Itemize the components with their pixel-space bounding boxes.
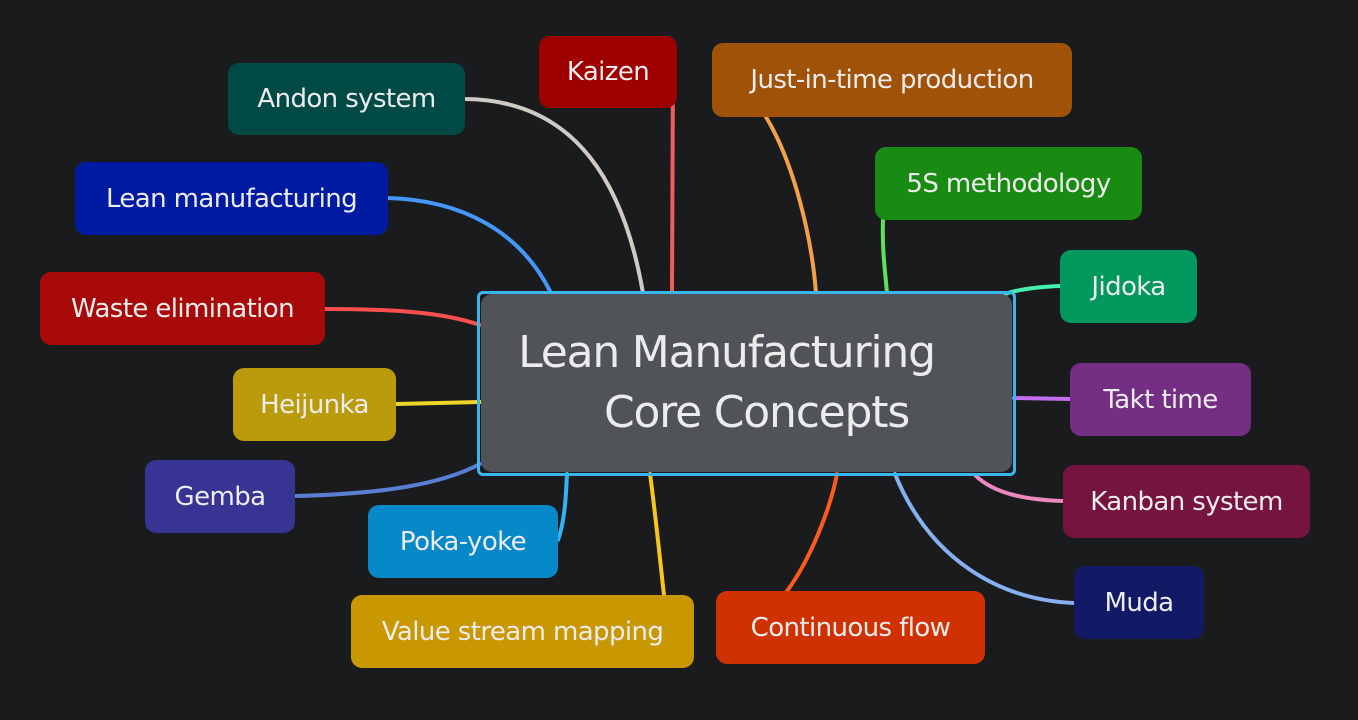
node-gemba[interactable]: Gemba [145,460,295,533]
connector-kanban-system [973,473,1065,503]
node-label: Heijunka [260,389,369,420]
node-jidoka[interactable]: Jidoka [1060,250,1197,323]
node-waste-elimination[interactable]: Waste elimination [40,272,325,345]
node-kaizen[interactable]: Kaizen [539,36,677,108]
node-heijunka[interactable]: Heijunka [233,368,396,441]
node-label: Poka-yoke [399,526,527,557]
node-label: Value stream mapping [381,616,664,647]
connector-just-in-time-production [764,115,818,295]
node-label: Takt time [1103,384,1218,415]
mind-map-canvas: Lean Manufacturing Core Concepts Andon s… [0,0,1358,720]
node-andon-system[interactable]: Andon system [228,63,465,135]
node-label: 5S methodology [906,168,1111,199]
node-lean-manufacturing[interactable]: Lean manufacturing [75,162,388,235]
node-label: Just-in-time production [750,65,1034,95]
node-label: Kaizen [566,57,650,87]
connector-andon-system [463,97,645,295]
node-takt-time[interactable]: Takt time [1070,363,1251,436]
node-label: Waste elimination [71,293,295,324]
node-label: Continuous flow [750,612,951,643]
node-5s-methodology[interactable]: 5S methodology [875,147,1142,220]
node-label: Jidoka [1091,271,1166,302]
root-node[interactable]: Lean Manufacturing Core Concepts [481,294,1012,472]
connector-heijunka [394,400,482,406]
root-title-line-2: Core Concepts [603,387,910,438]
node-label: Andon system [257,84,436,114]
node-just-in-time-production[interactable]: Just-in-time production [712,43,1072,117]
connector-muda [893,472,1076,605]
connector-value-stream-mapping [648,472,666,597]
node-label: Kanban system [1090,486,1283,517]
connector-5s-methodology [880,218,889,295]
connector-lean-manufacturing [386,196,553,295]
node-label: Muda [1104,587,1175,618]
node-kanban-system[interactable]: Kanban system [1063,465,1310,538]
node-value-stream-mapping[interactable]: Value stream mapping [351,595,694,668]
node-muda[interactable]: Muda [1074,566,1204,639]
node-label: Lean manufacturing [105,183,358,214]
node-continuous-flow[interactable]: Continuous flow [716,591,985,664]
connector-continuous-flow [785,472,839,593]
node-label: Gemba [174,481,267,512]
root-title-line-1: Lean Manufacturing [518,327,936,378]
connector-takt-time [1012,396,1072,401]
node-poka-yoke[interactable]: Poka-yoke [368,505,558,578]
connector-poka-yoke [556,472,569,542]
connector-gemba [293,462,482,498]
connector-waste-elimination [323,307,482,327]
